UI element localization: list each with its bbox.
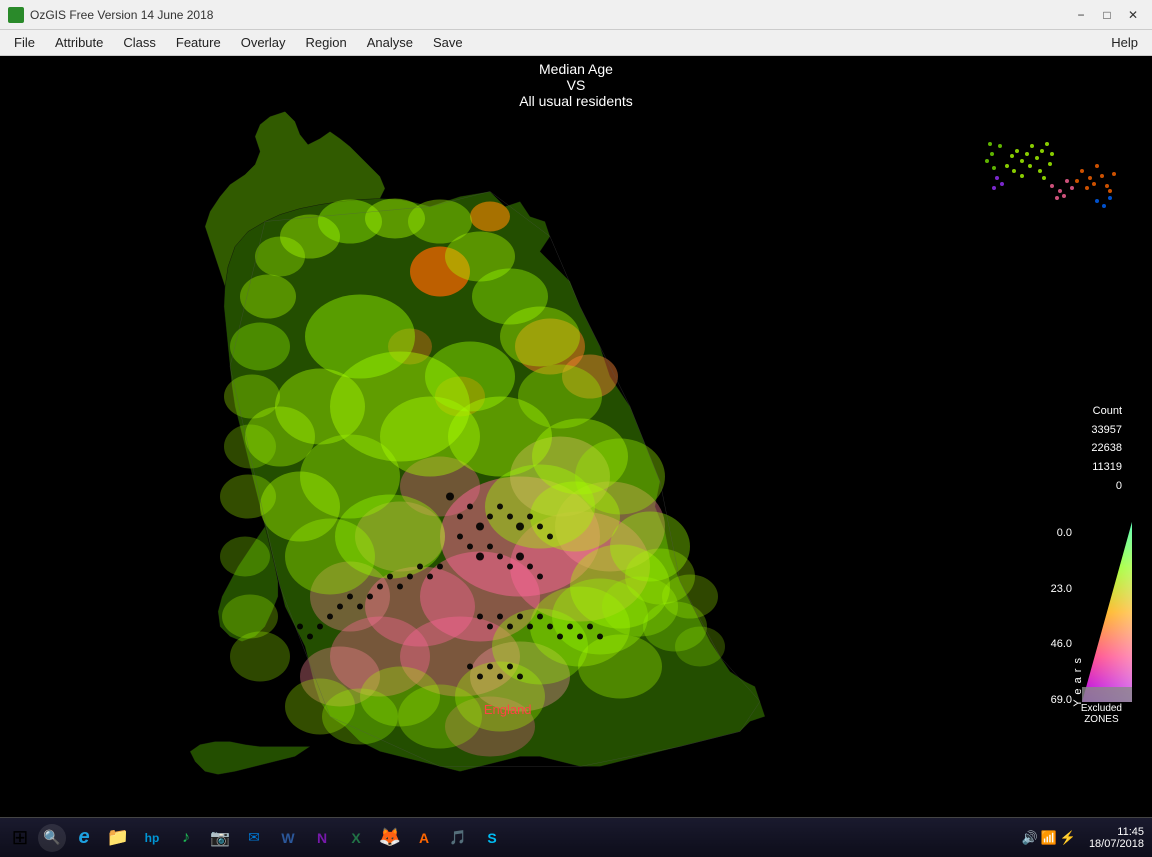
taskbar-clock[interactable]: 11:45 18/07/2018 [1078, 826, 1148, 850]
taskbar-icon-onenote[interactable]: N [306, 822, 338, 854]
main-canvas: Median Age VS All usual residents [0, 56, 1152, 817]
taskbar: ⊞ 🔍 e 📁 hp ♪ 📷 ✉ W N X 🦊 A 🎵 S 🔊 📶 ⚡ 11:… [0, 817, 1152, 857]
system-tray: 🔊 📶 ⚡ [1021, 830, 1076, 846]
taskbar-icon-app5[interactable]: A [408, 822, 440, 854]
taskbar-icon-ie[interactable]: e [68, 822, 100, 854]
app-icon [8, 7, 24, 23]
menu-class[interactable]: Class [113, 33, 166, 52]
taskbar-icon-app7[interactable]: S [476, 822, 508, 854]
start-button[interactable]: ⊞ [4, 822, 36, 854]
maximize-button[interactable]: □ [1096, 5, 1118, 25]
close-button[interactable]: ✕ [1122, 5, 1144, 25]
menu-analyse[interactable]: Analyse [357, 33, 423, 52]
menu-region[interactable]: Region [296, 33, 357, 52]
taskbar-icon-explorer[interactable]: 📁 [102, 822, 134, 854]
taskbar-icon-app1[interactable]: ♪ [170, 822, 202, 854]
taskbar-icon-app2[interactable]: 📷 [204, 822, 236, 854]
taskbar-icon-app4[interactable]: W [272, 822, 304, 854]
tray-icon-network[interactable]: 📶 [1041, 830, 1057, 846]
taskbar-icon-firefox[interactable]: 🦊 [374, 822, 406, 854]
menu-bar: File Attribute Class Feature Overlay Reg… [0, 30, 1152, 56]
map-svg [0, 56, 1152, 817]
taskbar-icon-hp[interactable]: hp [136, 822, 168, 854]
search-button[interactable]: 🔍 [38, 824, 66, 852]
clock-date: 18/07/2018 [1078, 838, 1144, 850]
clock-time: 11:45 [1078, 826, 1144, 838]
england-map [190, 112, 765, 775]
taskbar-icon-excel[interactable]: X [340, 822, 372, 854]
taskbar-icon-app6[interactable]: 🎵 [442, 822, 474, 854]
menu-help[interactable]: Help [1101, 33, 1148, 52]
tray-icon-sound[interactable]: 🔊 [1021, 830, 1037, 846]
menu-save[interactable]: Save [423, 33, 473, 52]
window-title: OzGIS Free Version 14 June 2018 [30, 8, 1070, 22]
minimize-button[interactable]: − [1070, 5, 1092, 25]
menu-attribute[interactable]: Attribute [45, 33, 113, 52]
taskbar-icon-app3[interactable]: ✉ [238, 822, 270, 854]
menu-feature[interactable]: Feature [166, 33, 231, 52]
menu-file[interactable]: File [4, 33, 45, 52]
tray-icon-battery[interactable]: ⚡ [1060, 830, 1076, 846]
title-bar: OzGIS Free Version 14 June 2018 − □ ✕ [0, 0, 1152, 30]
menu-overlay[interactable]: Overlay [231, 33, 296, 52]
window-controls: − □ ✕ [1070, 5, 1144, 25]
